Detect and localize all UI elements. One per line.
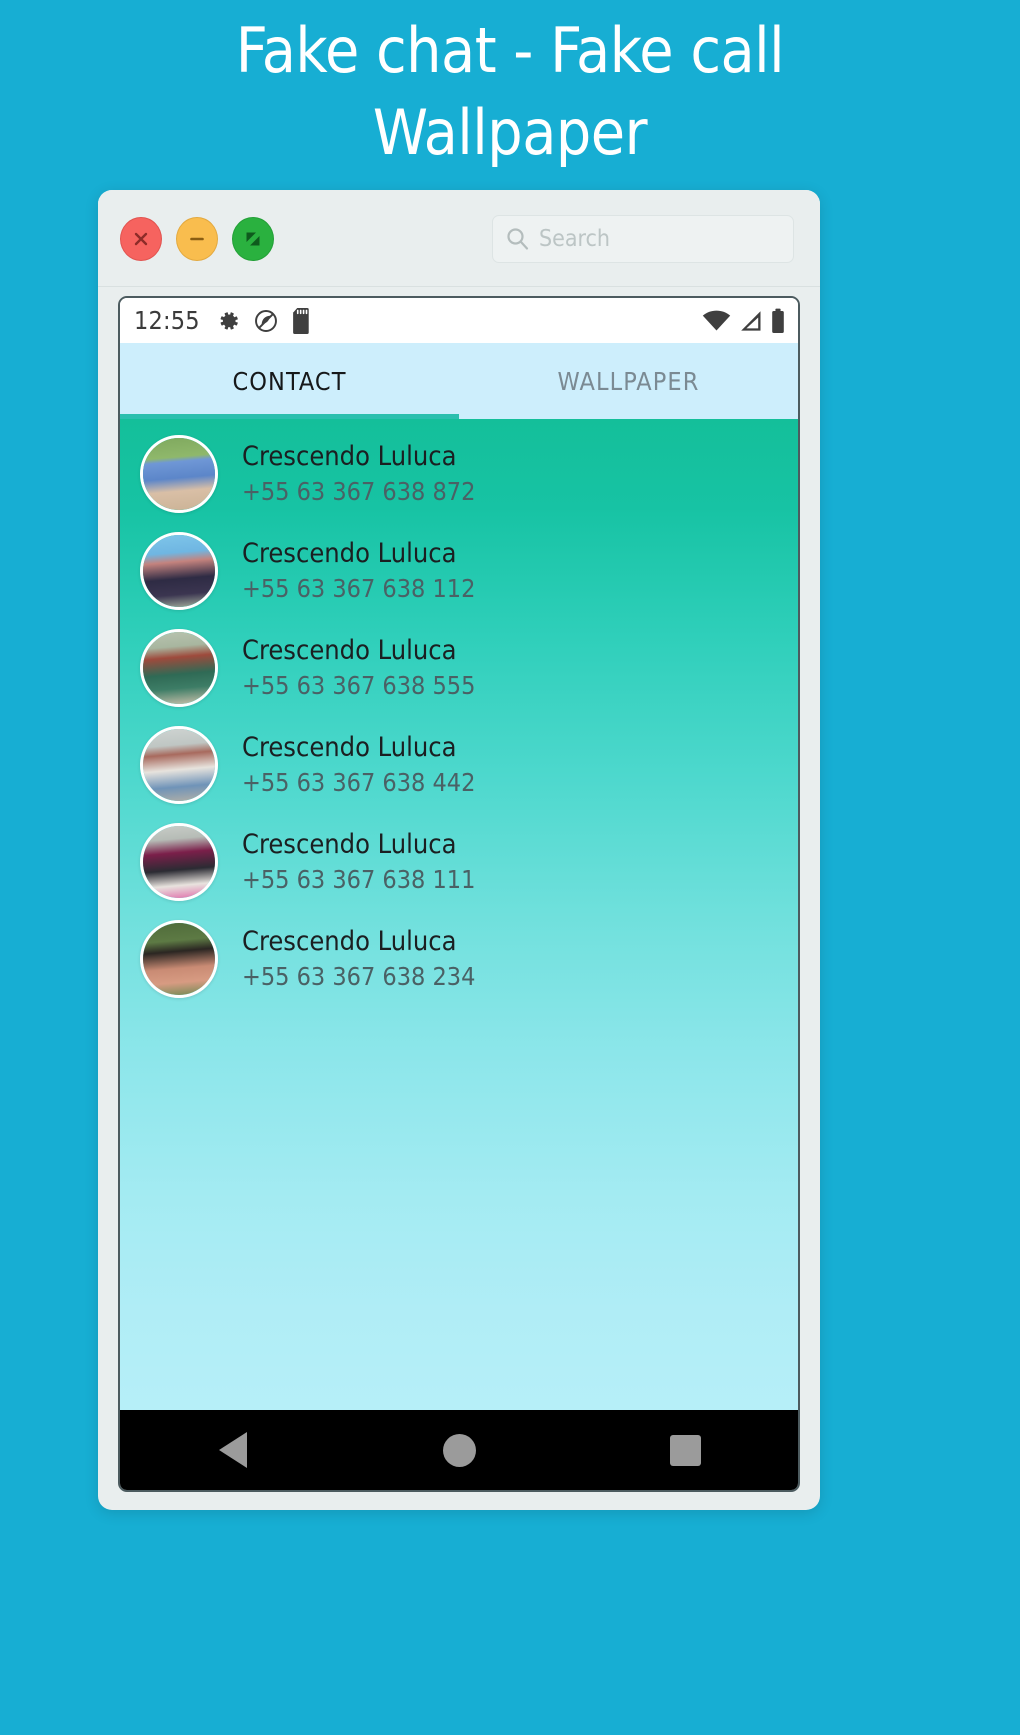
contact-text: Crescendo Luluca +55 63 367 638 872 (242, 440, 475, 508)
contact-text: Crescendo Luluca +55 63 367 638 442 (242, 731, 475, 799)
contact-number: +55 63 367 638 442 (242, 767, 476, 797)
avatar (140, 919, 218, 998)
contact-number: +55 63 367 638 555 (242, 670, 476, 700)
contact-text: Crescendo Luluca +55 63 367 638 112 (242, 537, 475, 605)
maximize-button[interactable] (232, 217, 274, 261)
search-field[interactable]: Search (492, 215, 794, 263)
status-left-icons (215, 307, 313, 334)
contact-name: Crescendo Luluca (242, 537, 457, 569)
tab-bar: CONTACT WALLPAPER (120, 343, 798, 419)
window-titlebar: Search (98, 190, 820, 287)
fullscreen-icon (246, 232, 260, 246)
contact-name: Crescendo Luluca (242, 634, 457, 666)
contact-text: Crescendo Luluca +55 63 367 638 111 (242, 828, 475, 896)
battery-icon (772, 308, 784, 333)
close-button[interactable] (120, 217, 162, 261)
recents-square-icon (669, 1434, 701, 1466)
avatar (140, 822, 218, 901)
contact-number: +55 63 367 638 112 (242, 573, 476, 603)
gear-icon (220, 311, 238, 329)
contact-name: Crescendo Luluca (242, 925, 457, 957)
page-title: Fake chat - Fake call Wallpaper (0, 10, 1020, 174)
avatar (140, 531, 218, 610)
android-navigation-bar (120, 1410, 798, 1490)
tab-contact-label: CONTACT (232, 366, 347, 396)
contact-number: +55 63 367 638 111 (242, 864, 476, 894)
avatar (140, 725, 218, 804)
nav-home-button[interactable] (399, 1410, 519, 1490)
tab-wallpaper-label: WALLPAPER (557, 366, 700, 396)
nav-recents-button[interactable] (625, 1410, 745, 1490)
search-placeholder: Search (539, 226, 611, 252)
avatar (140, 628, 218, 707)
wifi-icon (702, 310, 731, 330)
contact-text: Crescendo Luluca +55 63 367 638 555 (242, 634, 475, 702)
status-right-icons (702, 308, 785, 334)
list-item[interactable]: Crescendo Luluca +55 63 367 638 234 (120, 910, 798, 1007)
phone-frame: 12:55 CONTACT WALLPAPER Crescendo Luluca… (118, 296, 800, 1492)
screenshot-root: Fake chat - Fake call Wallpaper Search 1… (0, 0, 1020, 1735)
contact-name: Crescendo Luluca (242, 828, 457, 860)
do-not-disturb-icon (254, 309, 277, 332)
cellular-signal-icon (741, 310, 761, 331)
list-item[interactable]: Crescendo Luluca +55 63 367 638 555 (120, 619, 798, 716)
window-controls (120, 217, 274, 261)
tab-contact[interactable]: CONTACT (120, 343, 459, 419)
minimize-icon (190, 237, 204, 241)
list-item[interactable]: Crescendo Luluca +55 63 367 638 442 (120, 716, 798, 813)
status-bar: 12:55 (120, 298, 798, 343)
search-icon (507, 228, 529, 250)
minimize-button[interactable] (176, 217, 218, 261)
contact-name: Crescendo Luluca (242, 731, 457, 763)
close-icon (134, 232, 148, 246)
contact-list-area[interactable]: Crescendo Luluca +55 63 367 638 872 Cres… (120, 419, 798, 1410)
contact-text: Crescendo Luluca +55 63 367 638 234 (242, 925, 475, 993)
avatar (140, 434, 218, 513)
back-triangle-icon (219, 1432, 247, 1468)
list-item[interactable]: Crescendo Luluca +55 63 367 638 112 (120, 522, 798, 619)
list-item[interactable]: Crescendo Luluca +55 63 367 638 111 (120, 813, 798, 910)
page-title-line2: Wallpaper (372, 96, 648, 169)
contact-number: +55 63 367 638 872 (242, 476, 476, 506)
nav-back-button[interactable] (173, 1410, 293, 1490)
contact-list: Crescendo Luluca +55 63 367 638 872 Cres… (120, 419, 798, 1007)
contact-name: Crescendo Luluca (242, 440, 457, 472)
tab-wallpaper[interactable]: WALLPAPER (459, 343, 798, 419)
page-title-line1: Fake chat - Fake call (235, 14, 785, 87)
status-time: 12:55 (134, 306, 200, 335)
sd-card-icon (292, 307, 309, 334)
app-window: Search 12:55 CONTACT WALLPAPER Crescendo… (98, 190, 820, 1510)
home-circle-icon (442, 1433, 476, 1467)
contact-number: +55 63 367 638 234 (242, 961, 476, 991)
list-item[interactable]: Crescendo Luluca +55 63 367 638 872 (120, 425, 798, 522)
